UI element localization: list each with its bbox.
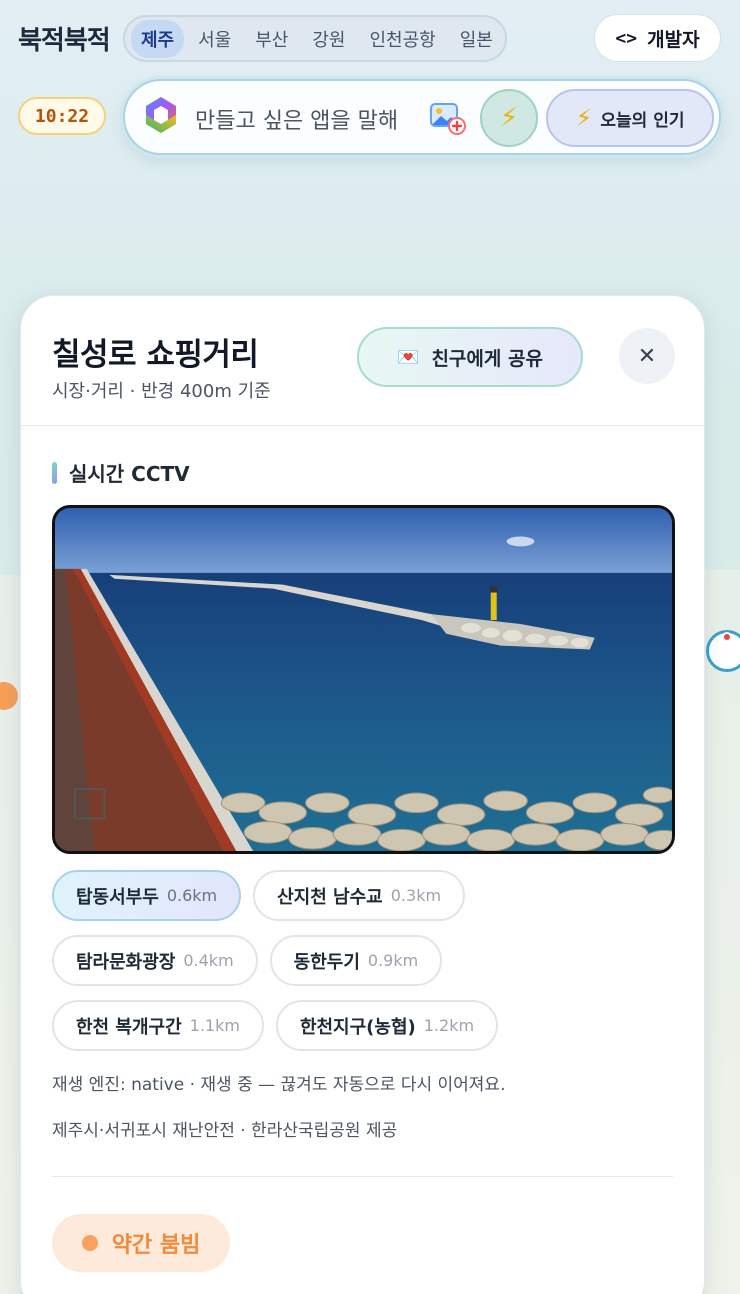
top-bar: 북적북적 제주 서울 부산 강원 인천공항 일본 <> 개발자 10:22 만들… bbox=[0, 0, 740, 170]
add-image-icon[interactable] bbox=[429, 100, 467, 136]
map-badge[interactable] bbox=[706, 630, 740, 672]
app-logo-text[interactable]: 북적북적 bbox=[18, 20, 111, 57]
close-icon: ✕ bbox=[637, 343, 657, 369]
region-tabs: 제주 서울 부산 강원 인천공항 일본 bbox=[123, 15, 507, 62]
map-edge-right bbox=[704, 570, 740, 1294]
cctv-video-frame bbox=[55, 508, 672, 851]
place-detail-card: 칠성로 쇼핑거리 시장·거리 · 반경 400m 기준 💌 친구에게 공유 ✕ … bbox=[20, 295, 705, 1294]
today-popular-button[interactable]: ⚡ 오늘의 인기 bbox=[546, 89, 714, 147]
close-button[interactable]: ✕ bbox=[619, 328, 675, 384]
map-badge-notification bbox=[722, 632, 732, 642]
code-icon: <> bbox=[615, 27, 638, 49]
prompt-bar[interactable]: 만들고 싶은 앱을 말해 ⚡ ⚡ 오늘의 인기 bbox=[123, 79, 721, 155]
camera-chip-distance: 0.4km bbox=[183, 951, 234, 970]
footer-divider bbox=[52, 1176, 673, 1177]
camera-chip-distance: 0.3km bbox=[390, 886, 442, 905]
developer-button[interactable]: <> 개발자 bbox=[594, 14, 721, 62]
place-title: 칠성로 쇼핑거리 bbox=[52, 337, 259, 373]
camera-chip-donghandugi[interactable]: 동한두기 0.9km bbox=[269, 935, 443, 986]
camera-chip-hancheon-district[interactable]: 한천지구(농협) 1.2km bbox=[275, 1000, 499, 1051]
cctv-section-label: 실시간 CCTV bbox=[69, 462, 190, 486]
region-tab-seoul[interactable]: 서울 bbox=[188, 20, 241, 58]
map-edge-left bbox=[0, 575, 22, 1294]
provider-info: 제주시·서귀포시 재난안전 · 한라산국립공원 제공 bbox=[52, 1121, 398, 1141]
camera-chip-distance: 1.2km bbox=[423, 1016, 475, 1035]
developer-label: 개발자 bbox=[647, 28, 700, 51]
camera-chip-name: 동한두기 bbox=[293, 951, 360, 973]
section-accent-bar bbox=[52, 461, 57, 484]
camera-chip-name: 한천지구(농협) bbox=[299, 1016, 416, 1038]
share-label: 친구에게 공유 bbox=[431, 347, 543, 370]
cctv-video-player[interactable] bbox=[52, 505, 675, 854]
camera-chip-hancheon-covered[interactable]: 한천 복개구간 1.1km bbox=[52, 1000, 264, 1051]
camera-chip-tamra-plaza[interactable]: 탐라문화광장 0.4km bbox=[52, 935, 258, 986]
camera-chip-name: 산지천 남수교 bbox=[277, 886, 383, 908]
region-tab-gangwon[interactable]: 강원 bbox=[302, 20, 355, 58]
camera-chip-name: 탑동서부두 bbox=[76, 886, 159, 908]
cctv-section-title: 실시간 CCTV bbox=[52, 458, 190, 487]
region-tab-busan[interactable]: 부산 bbox=[245, 20, 298, 58]
status-dot-icon bbox=[81, 1235, 98, 1251]
love-letter-icon: 💌 bbox=[397, 346, 420, 368]
crowd-status-badge: 약간 붐빔 bbox=[52, 1214, 230, 1272]
quick-action-bolt-icon[interactable]: ⚡ bbox=[480, 89, 538, 147]
region-tab-incheon-airport[interactable]: 인천공항 bbox=[360, 20, 446, 58]
place-subtitle: 시장·거리 · 반경 400m 기준 bbox=[52, 381, 271, 402]
camera-chip-distance: 0.6km bbox=[166, 886, 218, 905]
camera-chip-distance: 0.9km bbox=[367, 951, 419, 970]
bolt-icon: ⚡ bbox=[575, 104, 593, 132]
camera-chip-tapdong[interactable]: 탑동서부두 0.6km bbox=[52, 870, 242, 921]
header-divider bbox=[21, 425, 704, 426]
today-popular-label: 오늘의 인기 bbox=[600, 110, 685, 131]
crowd-status-label: 약간 붐빔 bbox=[111, 1233, 201, 1258]
map-marker[interactable] bbox=[0, 682, 18, 710]
camera-chip-name: 탐라문화광장 bbox=[76, 951, 176, 973]
clock-badge: 10:22 bbox=[18, 97, 106, 135]
playback-info: 재생 엔진: native · 재생 중 — 끊겨도 자동으로 다시 이어져요. bbox=[52, 1075, 506, 1095]
camera-chip-distance: 1.1km bbox=[189, 1016, 240, 1035]
prompt-placeholder[interactable]: 만들고 싶은 앱을 말해 bbox=[195, 103, 398, 135]
camera-chip-list: 탑동서부두 0.6km 산지천 남수교 0.3km 탐라문화광장 0.4km 동… bbox=[52, 870, 682, 1065]
camera-chip-name: 한천 복개구간 bbox=[76, 1016, 182, 1038]
camera-chip-sanjicheon[interactable]: 산지천 남수교 0.3km bbox=[253, 870, 466, 921]
region-tab-japan[interactable]: 일본 bbox=[450, 20, 503, 58]
copilot-logo-icon bbox=[141, 95, 181, 135]
region-tab-jeju[interactable]: 제주 bbox=[131, 19, 185, 58]
share-with-friend-button[interactable]: 💌 친구에게 공유 bbox=[357, 327, 583, 387]
